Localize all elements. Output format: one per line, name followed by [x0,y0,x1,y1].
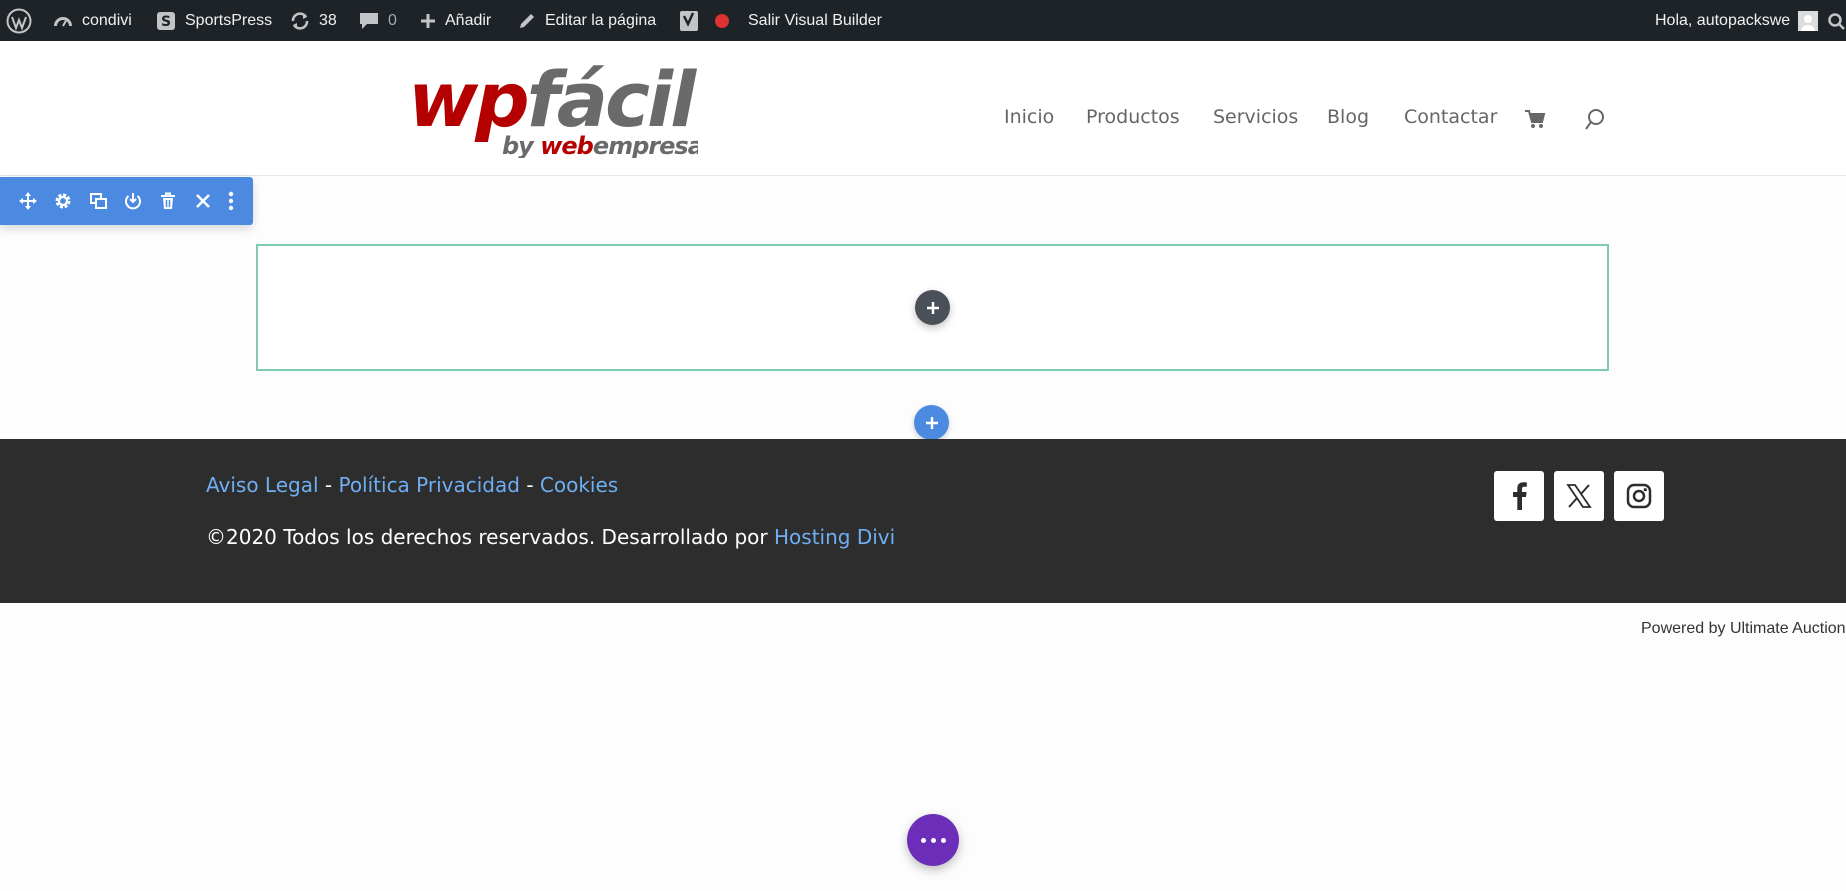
sportspress-label: SportsPress [185,11,273,29]
comments-menu[interactable]: 0 [358,0,397,41]
section-toolbar [0,177,253,225]
edit-page-link[interactable]: Editar la página [517,0,656,41]
wordpress-icon [6,8,32,33]
svg-text:S: S [161,14,171,30]
site-name: condivi [82,11,132,29]
wordpress-menu[interactable] [6,0,32,41]
cart-icon[interactable] [1524,109,1546,129]
site-name-menu[interactable]: condivi [52,0,132,41]
move-icon[interactable] [17,190,39,212]
plus-icon [926,301,939,314]
comments-count: 0 [388,11,397,29]
greeting: Hola, autopackswe [1655,11,1791,29]
admin-search[interactable] [1827,0,1845,41]
comments-icon [360,12,378,29]
copyright-text: ©2020 Todos los derechos reservados. Des… [206,525,768,549]
sportspress-icon: S [157,11,175,30]
pencil-icon [520,13,534,28]
nav-contactar[interactable]: Contactar [1404,106,1497,128]
updates-menu[interactable]: 38 [289,0,337,41]
site-footer: Aviso Legal - Política Privacidad - Cook… [0,439,1846,603]
x-icon [1566,484,1592,508]
nav-blog[interactable]: Blog [1327,106,1369,128]
delete-icon[interactable] [157,190,179,212]
yoast-menu[interactable] [678,0,730,41]
nav-inicio[interactable]: Inicio [1004,106,1054,128]
page-settings-button[interactable] [907,814,959,866]
exit-builder-label: Salir Visual Builder [748,11,882,29]
settings-icon[interactable] [52,190,74,212]
admin-bar: condivi S SportsPress 38 0 Añadir Editar… [0,0,1846,41]
save-to-library-icon[interactable] [122,190,144,212]
add-module-button[interactable] [915,290,950,325]
footer-link-cookies[interactable]: Cookies [540,473,618,497]
footer-separator: - [526,473,534,497]
instagram-button[interactable] [1614,471,1664,521]
site-logo[interactable]: wpfácil by webempresa [408,48,698,158]
site-header [0,41,1846,176]
facebook-button[interactable] [1494,471,1544,521]
facebook-icon [1513,482,1527,510]
instagram-icon [1626,483,1652,509]
x-button[interactable] [1554,471,1604,521]
footer-link-privacidad[interactable]: Política Privacidad [338,473,519,497]
plus-icon [925,416,938,429]
edit-page-label: Editar la página [545,11,657,29]
exit-visual-builder[interactable]: Salir Visual Builder [748,0,882,41]
footer-links: Aviso Legal - Política Privacidad - Cook… [206,473,618,497]
svg-text:by webempresa: by webempresa [502,132,698,158]
dot-icon [930,837,936,843]
updates-count: 38 [319,11,337,29]
footer-link-hosting-divi[interactable]: Hosting Divi [774,525,895,549]
header-search-icon[interactable] [1584,108,1606,132]
updates-icon [291,11,309,30]
footer-copyright: ©2020 Todos los derechos reservados. Des… [206,525,895,549]
close-icon[interactable] [192,190,214,212]
nav-servicios[interactable]: Servicios [1213,106,1298,128]
footer-separator: - [324,473,333,497]
account-menu[interactable]: Hola, autopackswe [1655,0,1819,41]
powered-by: Powered by Ultimate Auction [1641,620,1846,637]
search-icon [1828,12,1845,30]
more-icon[interactable] [220,190,242,212]
svg-text:wpfácil: wpfácil [408,55,697,144]
plus-icon [421,13,435,28]
sportspress-menu[interactable]: S SportsPress [155,0,272,41]
yoast-icon [680,10,698,31]
avatar [1798,10,1819,31]
duplicate-icon[interactable] [87,190,109,212]
dot-icon [920,837,926,843]
dot-icon [940,837,946,843]
status-dot-icon [715,13,729,28]
add-new-label: Añadir [445,11,492,29]
nav-productos[interactable]: Productos [1086,106,1180,128]
footer-link-aviso-legal[interactable]: Aviso Legal [206,473,319,497]
add-section-button[interactable] [914,405,949,440]
add-new-menu[interactable]: Añadir [419,0,491,41]
dashboard-icon [54,16,72,26]
